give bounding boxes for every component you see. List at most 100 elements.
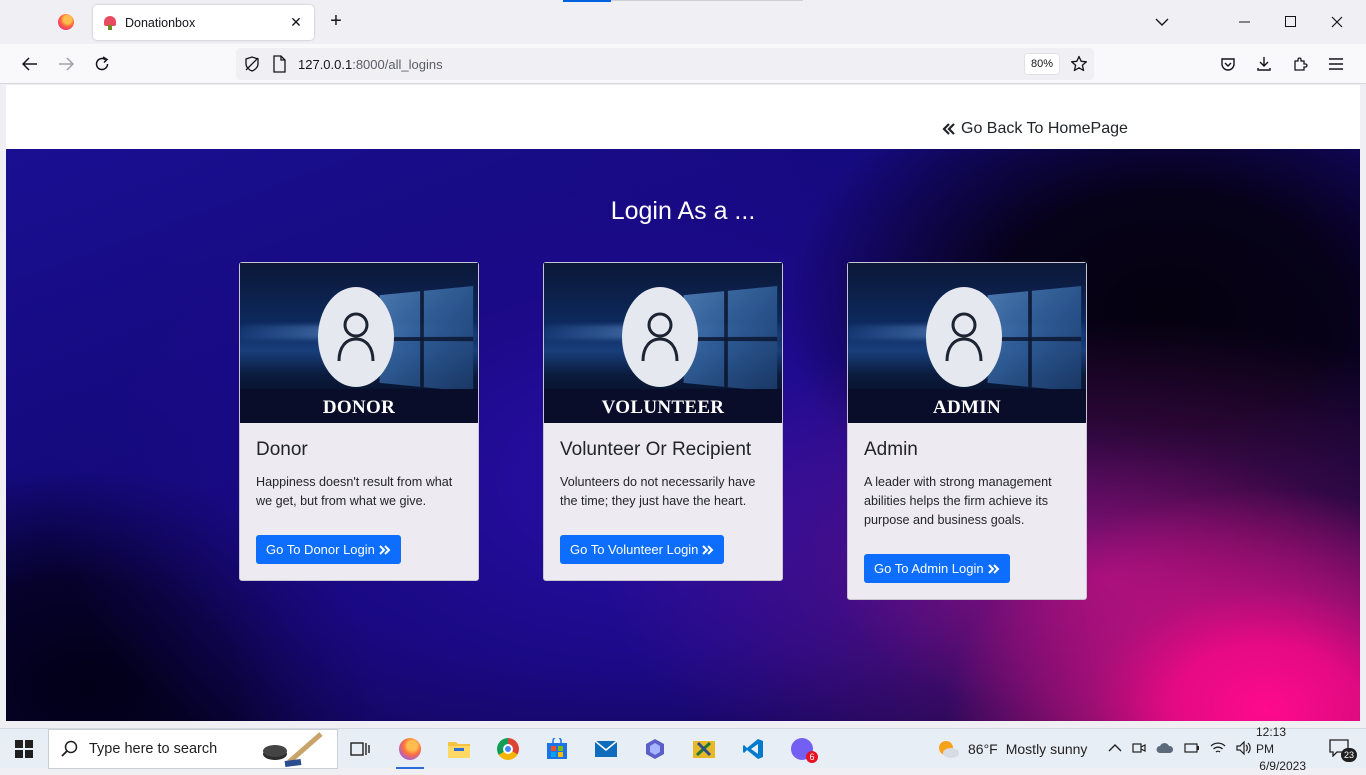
taskbar-viber[interactable]: 6	[780, 729, 824, 769]
favicon-icon	[103, 15, 117, 30]
notification-center-button[interactable]: 23	[1320, 729, 1360, 769]
chevron-up-icon[interactable]	[1108, 742, 1122, 756]
donor-card-text: Happiness doesn't result from what we ge…	[256, 475, 453, 508]
taskbar-firefox[interactable]	[388, 729, 432, 769]
task-view-button[interactable]	[338, 729, 382, 769]
puzzle-icon	[1294, 57, 1308, 71]
clock[interactable]: 12:13 PM 6/9/2023	[1256, 725, 1306, 773]
user-avatar-icon	[622, 287, 698, 387]
volunteer-card: VOLUNTEER Volunteer Or Recipient Volunte…	[543, 262, 783, 581]
volunteer-card-text: Volunteers do not necessarily have the t…	[560, 475, 756, 508]
windows-taskbar: Type here to search 6 86°F Mostly sunny	[0, 725, 1366, 773]
list-all-tabs-button[interactable]	[1150, 10, 1174, 34]
url-text: 127.0.0.1:8000/all_logins	[298, 57, 443, 72]
tab-close-icon[interactable]: ✕	[288, 14, 304, 31]
go-back-homepage-link[interactable]: Go Back To HomePage	[942, 120, 1128, 138]
camera-icon[interactable]	[1132, 741, 1146, 758]
taskbar-search-box[interactable]: Type here to search	[48, 729, 338, 769]
task-view-icon	[350, 742, 370, 756]
admin-card-image: ADMIN	[848, 263, 1086, 423]
donor-login-button[interactable]: Go To Donor Login	[256, 535, 401, 564]
download-icon	[1257, 57, 1271, 71]
pocket-button[interactable]	[1216, 52, 1240, 76]
taskbar-app-purple[interactable]	[633, 729, 677, 769]
chrome-icon	[497, 738, 519, 760]
volunteer-login-label: Go To Volunteer Login	[570, 542, 699, 557]
admin-card-title: Admin	[864, 439, 918, 460]
close-icon	[1331, 16, 1343, 28]
folder-icon	[448, 742, 470, 758]
search-icon	[61, 740, 78, 757]
url-path: :8000/all_logins	[352, 57, 443, 72]
browser-tab-bar: Donationbox ✕ +	[0, 0, 1366, 44]
double-chevron-right-icon	[702, 544, 714, 555]
page-title: Login As a ...	[610, 197, 756, 225]
page-viewport: Go Back To HomePage Login As a ... DONOR…	[6, 85, 1360, 721]
firefox-view-button[interactable]	[52, 8, 80, 36]
donor-image-label: DONOR	[322, 397, 396, 418]
clock-date: 6/9/2023	[1259, 758, 1306, 773]
onedrive-icon[interactable]	[1156, 742, 1174, 757]
donor-card-image: DONOR	[240, 263, 478, 423]
user-avatar-icon	[926, 287, 1002, 387]
pocket-icon	[1221, 58, 1235, 71]
double-chevron-right-icon	[379, 544, 391, 555]
minimize-button[interactable]	[1230, 8, 1260, 36]
volunteer-card-title: Volunteer Or Recipient	[560, 439, 752, 460]
double-chevron-right-icon	[987, 563, 1000, 574]
battery-icon[interactable]	[1184, 741, 1200, 758]
notification-count-badge: 23	[1341, 748, 1357, 762]
app-notification-badge: 6	[806, 751, 818, 763]
tab-strip-indicator	[563, 0, 611, 2]
new-tab-button[interactable]: +	[324, 10, 348, 34]
bookmark-star-icon[interactable]	[1070, 55, 1088, 78]
arrow-right-icon	[59, 57, 74, 71]
tracking-protection-icon[interactable]	[243, 55, 261, 78]
volunteer-image-label: VOLUNTEER	[601, 397, 725, 418]
taskbar-file-explorer[interactable]	[437, 729, 481, 769]
wifi-icon[interactable]	[1210, 741, 1226, 758]
tools-icon	[693, 741, 715, 758]
url-host: 127.0.0.1	[298, 57, 353, 72]
taskbar-vscode[interactable]	[731, 729, 775, 769]
maximize-button[interactable]	[1276, 8, 1306, 36]
taskbar-mail[interactable]	[584, 729, 628, 769]
downloads-button[interactable]	[1252, 52, 1276, 76]
reload-button[interactable]	[90, 52, 114, 76]
firefox-icon	[399, 738, 421, 760]
volunteer-login-button[interactable]: Go To Volunteer Login	[560, 535, 725, 564]
top-header: Go Back To HomePage	[6, 85, 1360, 149]
go-back-homepage-label: Go Back To HomePage	[961, 120, 1128, 137]
firefox-icon	[58, 14, 74, 30]
search-placeholder: Type here to search	[89, 741, 218, 757]
windows-logo-icon	[15, 740, 33, 758]
notification-icon: 23	[1329, 739, 1357, 762]
admin-card: ADMIN Admin A leader with strong managem…	[847, 262, 1087, 600]
app-menu-button[interactable]	[1324, 52, 1348, 76]
taskbar-chrome[interactable]	[486, 729, 530, 769]
forward-button[interactable]	[54, 52, 78, 76]
weather-widget[interactable]: 86°F Mostly sunny	[936, 729, 1087, 769]
page-info-icon[interactable]	[272, 55, 286, 78]
mail-icon	[594, 740, 618, 757]
arrow-left-icon	[22, 57, 37, 71]
admin-login-button[interactable]: Go To Admin Login	[864, 554, 1010, 583]
admin-image-label: ADMIN	[933, 397, 1001, 418]
weather-description: Mostly sunny	[1005, 741, 1088, 757]
clock-time: 12:13 PM	[1256, 724, 1287, 756]
taskbar-app-tools[interactable]	[682, 729, 726, 769]
tab-donationbox[interactable]: Donationbox ✕	[93, 5, 314, 40]
url-bar[interactable]: 127.0.0.1:8000/all_logins 80%	[236, 48, 1094, 80]
extensions-button[interactable]	[1288, 52, 1312, 76]
start-button[interactable]	[0, 729, 48, 769]
donor-login-label: Go To Donor Login	[266, 542, 375, 557]
admin-card-text: A leader with strong management abilitie…	[864, 475, 1052, 527]
back-button[interactable]	[18, 52, 42, 76]
browser-nav-bar: 127.0.0.1:8000/all_logins 80%	[0, 44, 1366, 84]
volume-icon[interactable]	[1236, 740, 1252, 758]
close-window-button[interactable]	[1322, 8, 1352, 36]
minimize-icon	[1239, 21, 1250, 23]
taskbar-microsoft-store[interactable]	[535, 729, 579, 769]
zoom-level-badge[interactable]: 80%	[1024, 53, 1060, 75]
user-avatar-icon	[318, 287, 394, 387]
